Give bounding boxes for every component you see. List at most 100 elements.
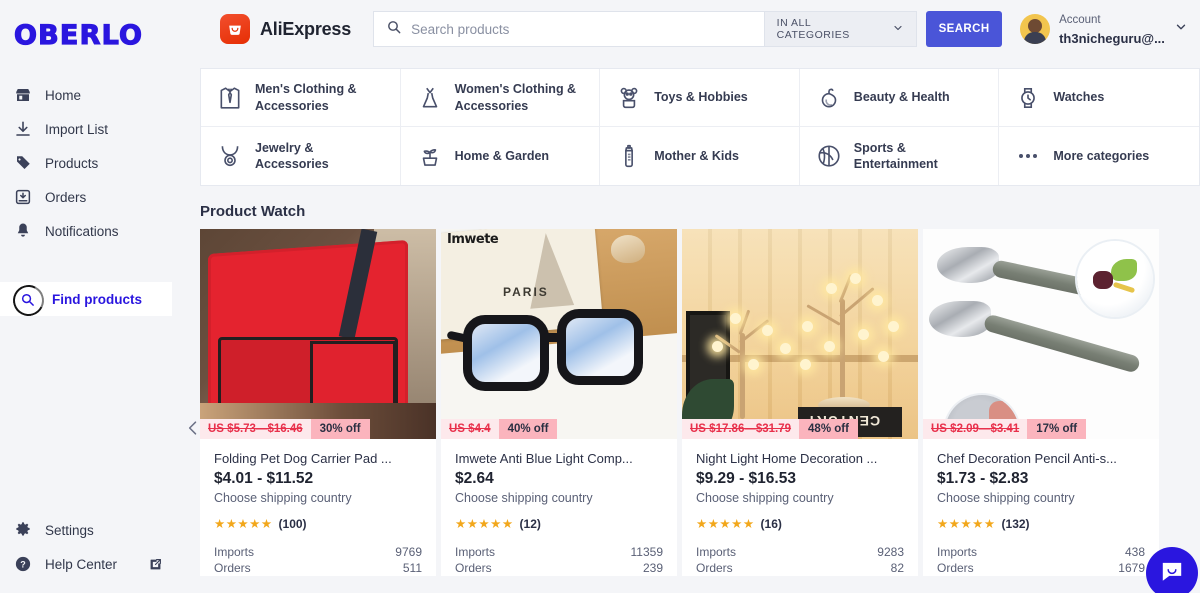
sidebar-item-find-products[interactable]: Find products xyxy=(0,282,172,316)
product-card[interactable]: Imwete PARIS US $4.4 40% off Imwete Anti… xyxy=(441,229,677,576)
product-image-led-bonsai-tree: CENTURY US $17.86—$31.79 48% off xyxy=(682,229,918,439)
category-label: Toys & Hobbies xyxy=(654,90,748,105)
orders-stat: Orders 82 xyxy=(696,560,904,576)
category-sports-entertainment[interactable]: Sports & Entertainment xyxy=(800,127,1000,185)
search-input-wrapper[interactable] xyxy=(373,11,764,47)
product-rating: ★★★★★ (16) xyxy=(696,516,904,532)
sidebar-item-label: Import List xyxy=(45,121,109,137)
sidebar-item-import-list[interactable]: Import List xyxy=(0,112,200,146)
product-title[interactable]: Night Light Home Decoration ... xyxy=(696,451,904,466)
product-title[interactable]: Imwete Anti Blue Light Comp... xyxy=(455,451,663,466)
price-badge: US $4.4 40% off xyxy=(441,419,558,439)
product-card[interactable]: CENTURY US $17.86—$31.79 48% off Night L… xyxy=(682,229,918,576)
sidebar-item-home[interactable]: Home xyxy=(0,78,200,112)
avatar xyxy=(1020,14,1051,44)
category-label: More categories xyxy=(1053,148,1150,163)
discount-badge: 17% off xyxy=(1027,419,1087,439)
orders-label: Orders xyxy=(455,561,492,575)
sidebar-item-label: Help Center xyxy=(45,556,118,572)
account-text: Account th3nicheguru@... xyxy=(1059,9,1165,49)
old-price: US $2.09—$3.41 xyxy=(923,419,1028,439)
shipping-country-selector[interactable]: Choose shipping country xyxy=(455,491,663,505)
old-price: US $4.4 xyxy=(441,419,499,439)
chat-widget-button[interactable] xyxy=(1145,547,1198,593)
old-price: US $5.73—$16.46 xyxy=(200,419,311,439)
shipping-country-selector[interactable]: Choose shipping country xyxy=(696,491,904,505)
search-input[interactable] xyxy=(411,21,752,37)
product-price: $2.64 xyxy=(455,470,494,487)
product-card[interactable]: US $2.09—$3.41 17% off Chef Decoration P… xyxy=(923,229,1159,576)
imports-stat: Imports 11359 xyxy=(455,544,663,560)
search-icon xyxy=(386,19,402,40)
find-products-wrapper: Find products xyxy=(0,282,200,316)
star-rating-icon: ★★★★★ xyxy=(937,517,996,531)
orders-value: 82 xyxy=(890,561,904,575)
orders-value: 1679 xyxy=(1118,561,1145,575)
sidebar-item-products[interactable]: Products xyxy=(0,146,200,180)
imports-stat: Imports 438 xyxy=(937,544,1145,560)
carousel-prev-button[interactable] xyxy=(182,415,204,441)
review-count: (16) xyxy=(760,516,782,531)
chevron-down-icon[interactable] xyxy=(1174,20,1188,39)
marketplace-header: AliExpress IN ALL CATEGORIES xyxy=(200,0,1200,58)
imports-stat: Imports 9283 xyxy=(696,544,904,560)
search-bar: IN ALL CATEGORIES SEARCH xyxy=(373,11,1003,47)
category-home-garden[interactable]: Home & Garden xyxy=(401,127,601,185)
category-mother-kids[interactable]: Mother & Kids xyxy=(600,127,800,185)
category-grid: Men's Clothing & Accessories Women's Clo… xyxy=(200,68,1200,186)
shipping-country-selector[interactable]: Choose shipping country xyxy=(214,491,422,505)
product-title[interactable]: Chef Decoration Pencil Anti-s... xyxy=(937,451,1145,466)
product-price: $1.73 - $2.83 xyxy=(937,470,1029,487)
review-count: (12) xyxy=(519,516,541,531)
category-label: Watches xyxy=(1053,90,1105,105)
tag-icon xyxy=(14,154,32,172)
sidebar-item-label: Products xyxy=(45,155,99,171)
aliexpress-logo[interactable]: AliExpress xyxy=(220,14,351,44)
baby-bottle-icon xyxy=(616,143,642,169)
sidebar-bottom: Settings ? Help Center xyxy=(0,513,200,581)
category-jewelry[interactable]: Jewelry & Accessories xyxy=(201,127,401,185)
chat-bubble-icon xyxy=(1159,558,1185,589)
product-details: Night Light Home Decoration ... $9.29 - … xyxy=(682,439,918,576)
orders-label: Orders xyxy=(937,561,974,575)
imports-value: 9283 xyxy=(877,545,904,559)
search-button[interactable]: SEARCH xyxy=(926,11,1003,47)
sidebar-item-help-center[interactable]: ? Help Center xyxy=(0,547,200,581)
category-mens-clothing[interactable]: Men's Clothing & Accessories xyxy=(201,69,401,127)
sidebar-item-orders[interactable]: Orders xyxy=(0,180,200,214)
price-badge: US $2.09—$3.41 17% off xyxy=(923,419,1087,439)
imports-value: 438 xyxy=(1124,545,1145,559)
shipping-country-selector[interactable]: Choose shipping country xyxy=(937,491,1145,505)
category-womens-clothing[interactable]: Women's Clothing & Accessories xyxy=(400,69,601,127)
category-label: Men's Clothing & Accessories xyxy=(255,82,357,113)
imports-label: Imports xyxy=(696,545,737,559)
category-label: Mother & Kids xyxy=(654,148,739,163)
necklace-icon xyxy=(217,143,243,169)
account-caption: Account xyxy=(1059,14,1101,26)
external-link-icon[interactable] xyxy=(149,558,162,571)
category-select[interactable]: IN ALL CATEGORIES xyxy=(763,11,918,47)
potted-plant-icon xyxy=(417,143,443,169)
account-menu[interactable]: Account th3nicheguru@... xyxy=(1020,9,1188,49)
product-title[interactable]: Folding Pet Dog Carrier Pad ... xyxy=(214,451,422,466)
category-toys-hobbies[interactable]: Toys & Hobbies xyxy=(600,69,800,127)
category-watches[interactable]: Watches xyxy=(999,69,1199,127)
imports-value: 11359 xyxy=(630,545,663,559)
imports-label: Imports xyxy=(214,545,255,559)
product-details: Chef Decoration Pencil Anti-s... $1.73 -… xyxy=(923,439,1159,576)
category-more-categories[interactable]: More categories xyxy=(999,127,1199,185)
category-beauty-health[interactable]: Beauty & Health xyxy=(799,69,1000,127)
oberlo-logo[interactable]: OBERLO xyxy=(0,0,200,51)
sidebar-nav: Home Import List Products Orders Notific… xyxy=(0,78,200,316)
sidebar-item-settings[interactable]: Settings xyxy=(0,513,200,547)
product-card[interactable]: US $5.73—$16.46 30% off Folding Pet Dog … xyxy=(200,229,436,576)
sidebar-item-label: Settings xyxy=(45,522,94,538)
discount-badge: 40% off xyxy=(498,419,558,439)
download-icon xyxy=(14,120,32,138)
sidebar-item-notifications[interactable]: Notifications xyxy=(0,214,200,248)
price-badge: US $5.73—$16.46 30% off xyxy=(200,419,370,439)
perfume-bottle-icon xyxy=(816,85,842,111)
watch-icon xyxy=(1015,85,1041,111)
aliexpress-icon xyxy=(220,14,250,44)
category-label: Jewelry & Accessories xyxy=(255,140,329,171)
